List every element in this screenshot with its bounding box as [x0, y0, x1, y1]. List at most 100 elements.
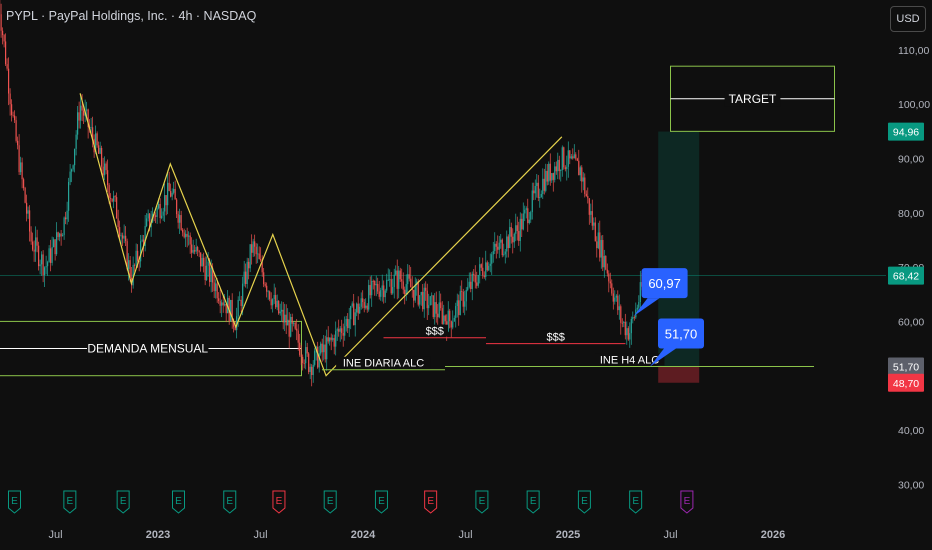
candle: [407, 274, 409, 285]
candle: [162, 211, 164, 216]
candle: [237, 299, 239, 317]
candle: [603, 255, 605, 268]
candle: [360, 298, 362, 307]
candle: [629, 333, 631, 340]
candle: [618, 306, 620, 311]
candle: [59, 233, 61, 237]
level-label: INE H4 ALC: [600, 354, 659, 366]
earnings-marker: E: [223, 490, 237, 514]
x-tick-label: 2026: [761, 529, 785, 541]
candle: [249, 244, 251, 269]
candle: [56, 232, 58, 255]
candle: [383, 285, 385, 298]
candle: [279, 311, 281, 314]
candle: [300, 354, 302, 357]
candle: [164, 195, 166, 212]
price-tag-label: 68,42: [893, 271, 919, 283]
candle: [444, 315, 446, 322]
candle: [312, 364, 314, 375]
candle: [419, 295, 421, 305]
candle: [135, 250, 137, 265]
candle: [503, 254, 505, 256]
candle: [608, 273, 610, 282]
candle: [258, 253, 260, 260]
candle: [306, 347, 308, 354]
candle: [488, 265, 490, 271]
candle: [320, 343, 322, 354]
candle: [197, 247, 199, 251]
candle: [204, 265, 206, 281]
candle: [507, 236, 509, 249]
candle: [39, 264, 41, 267]
candle: [363, 302, 365, 308]
callout-label: 51,70: [665, 326, 698, 341]
candle: [519, 218, 521, 241]
earnings-marker-label: E: [175, 496, 182, 507]
candle: [461, 291, 463, 292]
candle: [47, 262, 49, 267]
candle: [51, 247, 53, 263]
candle: [257, 253, 259, 255]
candle: [597, 232, 599, 249]
candle: [248, 261, 250, 269]
candle: [210, 267, 212, 282]
candle: [159, 203, 161, 218]
candle: [594, 222, 596, 242]
candle: [173, 188, 175, 193]
candle: [417, 281, 419, 305]
x-tick-label: Jul: [48, 529, 62, 541]
candle: [401, 279, 403, 282]
candle: [71, 169, 73, 172]
candle: [272, 299, 274, 306]
earnings-marker-label: E: [120, 496, 127, 507]
candle: [480, 264, 482, 268]
candle: [587, 196, 589, 199]
candle: [338, 329, 340, 332]
candle: [452, 321, 454, 328]
candle: [44, 267, 46, 276]
candle: [362, 298, 364, 303]
candle: [528, 219, 530, 224]
candle: [242, 283, 244, 306]
candle: [2, 30, 4, 36]
candle: [494, 243, 496, 252]
candle: [557, 159, 559, 172]
candle: [398, 270, 400, 289]
candle: [104, 163, 106, 176]
candle: [543, 178, 545, 191]
candle: [573, 154, 575, 159]
candle: [263, 272, 265, 285]
candle: [224, 304, 226, 306]
candle: [476, 282, 478, 286]
y-tick-label: 110,00: [898, 45, 929, 57]
candle: [198, 250, 200, 253]
candle: [125, 235, 127, 242]
candle: [14, 115, 16, 121]
candle: [636, 307, 638, 310]
candle: [591, 211, 593, 226]
currency-button[interactable]: USD: [890, 6, 926, 32]
candle: [356, 303, 358, 313]
candle: [365, 305, 367, 308]
candle: [317, 346, 319, 368]
candle: [470, 281, 472, 289]
candle: [428, 305, 430, 309]
candle: [515, 225, 517, 234]
candle: [533, 190, 535, 194]
candle: [35, 237, 37, 252]
candle: [209, 261, 211, 282]
candle: [323, 344, 325, 353]
candle: [324, 344, 326, 360]
y-tick-label: 90,00: [898, 154, 924, 166]
price-chart[interactable]: 30,0040,0050,0060,0070,0080,0090,00100,0…: [0, 0, 932, 550]
candle: [620, 306, 622, 323]
candle: [483, 275, 485, 278]
candle: [128, 260, 130, 269]
candle: [72, 165, 74, 170]
candle: [462, 291, 464, 307]
candle: [243, 271, 245, 284]
candle: [117, 218, 119, 228]
candle: [50, 248, 52, 263]
earnings-marker-label: E: [632, 496, 639, 507]
candle: [522, 213, 524, 230]
